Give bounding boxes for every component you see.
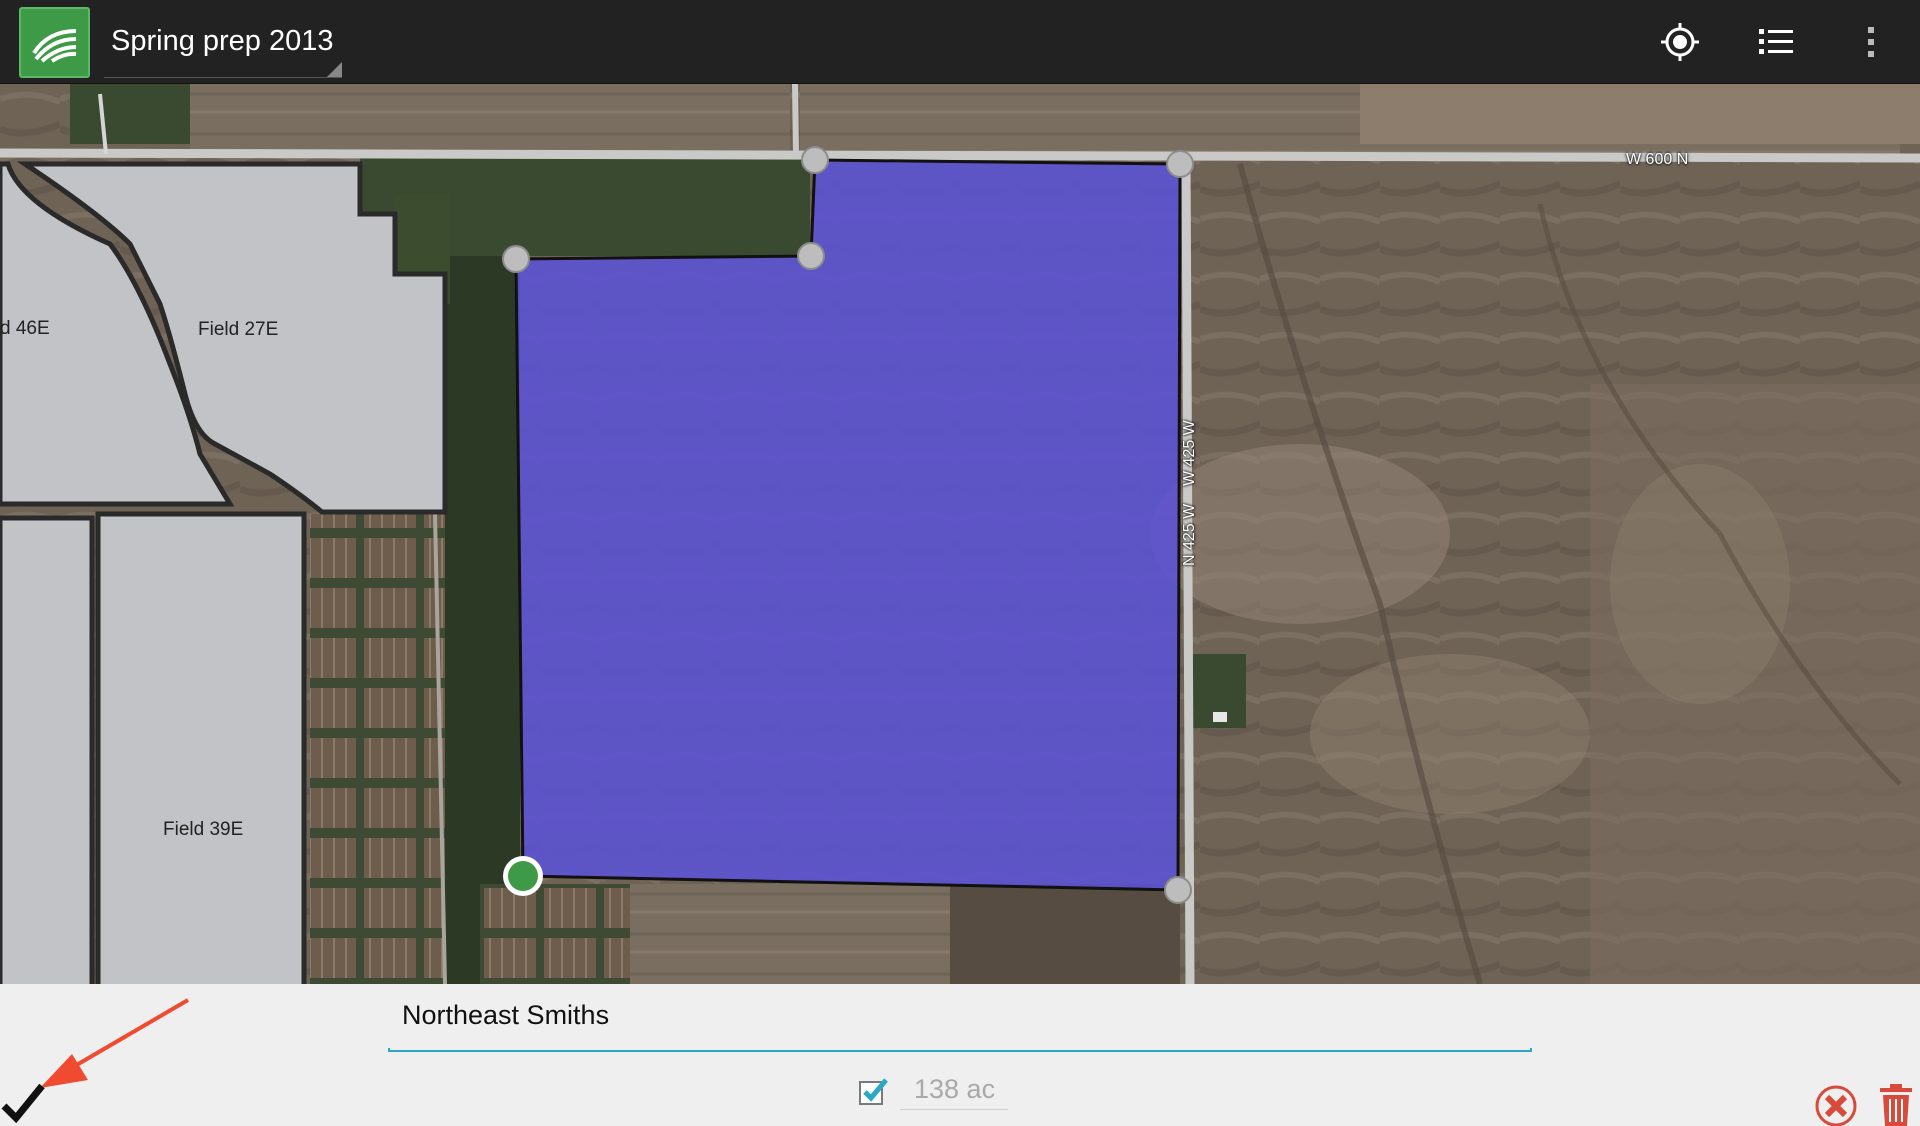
map-canvas[interactable]	[0, 84, 1920, 984]
field-vertex	[1164, 876, 1192, 904]
field-label-27e[interactable]: Field 27E	[198, 319, 278, 341]
area-checkbox[interactable]	[858, 1076, 888, 1106]
confirm-check-icon	[1, 1083, 45, 1124]
satellite-map[interactable]: d 46E Field 27E Field 39E W 600 N N 425 …	[0, 84, 1920, 984]
cancel-icon	[1815, 1085, 1857, 1126]
annotation-arrow	[40, 998, 190, 1088]
app-logo-icon[interactable]	[19, 7, 90, 78]
field-label-39e[interactable]: Field 39E	[163, 819, 243, 841]
season-spinner[interactable]: Spring prep 2013	[104, 10, 342, 78]
my-location-button[interactable]	[1650, 12, 1710, 72]
cancel-button[interactable]	[1814, 1084, 1858, 1126]
overflow-menu-icon	[1868, 27, 1874, 57]
delete-button[interactable]	[1878, 1082, 1914, 1126]
area-value: 138 ac	[900, 1074, 1008, 1110]
list-icon	[1759, 29, 1793, 54]
overflow-menu-button[interactable]	[1841, 12, 1901, 72]
field-vertex	[502, 245, 530, 273]
field-vertex	[801, 146, 829, 174]
field-vertex	[797, 242, 825, 270]
list-view-button[interactable]	[1746, 12, 1806, 72]
road-label-n425w: N 425 W	[1181, 503, 1198, 566]
spinner-corner-indicator	[327, 62, 342, 77]
road-label-w600n: W 600 N	[1626, 151, 1689, 168]
season-title: Spring prep 2013	[111, 25, 334, 57]
confirm-button[interactable]	[0, 1082, 48, 1126]
my-location-icon	[1661, 23, 1699, 61]
action-bar: Spring prep 2013	[0, 0, 1920, 84]
field-name-underline	[388, 1048, 1532, 1052]
road-label-w425w: W 425 W	[1181, 420, 1198, 486]
selected-field-polygon	[514, 158, 1182, 892]
trash-icon	[1880, 1084, 1912, 1126]
field-vertex	[1166, 150, 1194, 178]
checkbox-checked-icon	[859, 1078, 888, 1105]
field-label-46e[interactable]: d 46E	[0, 318, 50, 340]
field-name-input[interactable]	[388, 994, 1532, 1036]
